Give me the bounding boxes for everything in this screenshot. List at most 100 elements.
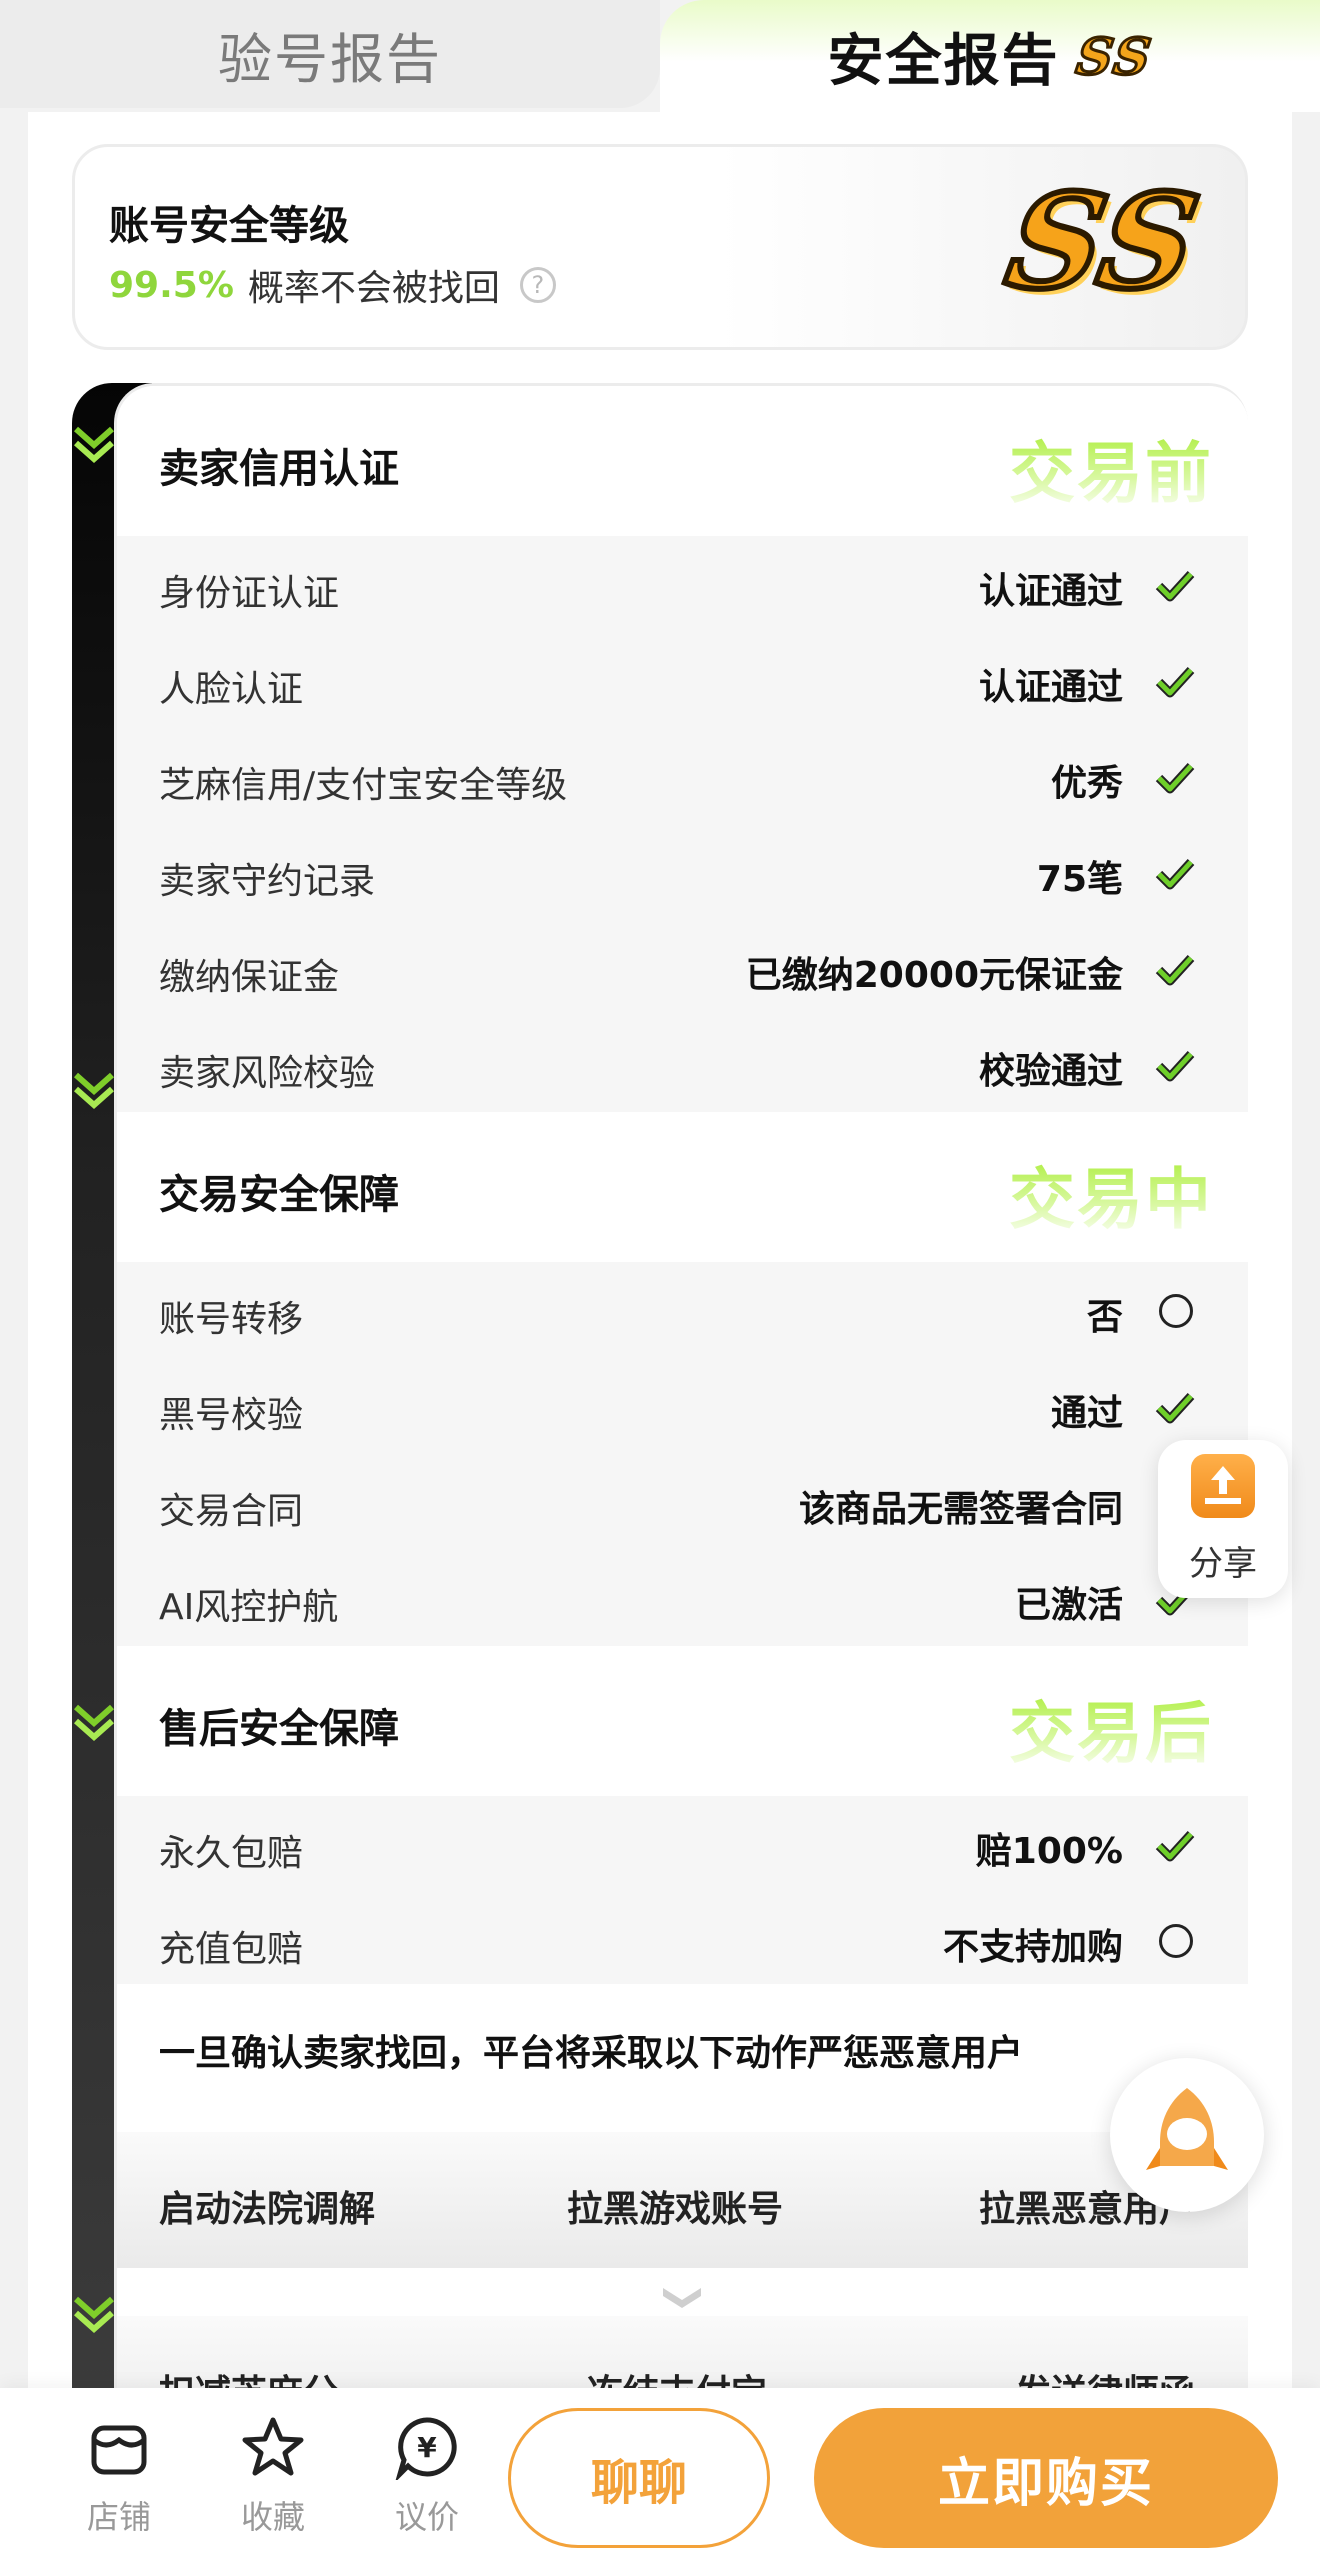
row-value: 赔100% [975, 1831, 1123, 1872]
share-icon [1191, 1454, 1255, 1518]
check-icon [1155, 954, 1195, 986]
section-rows-before: 身份证认证 认证通过 人脸认证 认证通过 芝麻信用/支付宝安全等级 优秀 卖家守… [117, 536, 1248, 1112]
check-icon [1155, 1392, 1195, 1424]
chevron-down-icon [72, 1069, 116, 1110]
shop-label: 店铺 [86, 2498, 151, 2536]
chevron-down-icon [72, 2293, 116, 2334]
row-value: 不支持加购 [942, 1927, 1123, 1968]
tab-inspection-label: 验号报告 [218, 27, 442, 91]
list-item: 账号转移 否 [117, 1262, 1248, 1358]
favorite-button[interactable]: 收藏 [218, 2414, 328, 2538]
security-level-card: 账号安全等级 99.5% 概率不会被找回 ? SS [72, 144, 1248, 350]
row-value: 认证通过 [978, 667, 1123, 708]
check-icon [1155, 666, 1195, 698]
help-icon[interactable]: ? [519, 267, 556, 303]
chevron-down-icon [72, 1701, 116, 1742]
list-item: 黑号校验 通过 [117, 1358, 1248, 1454]
tab-inspection-report[interactable]: 验号报告 [0, 0, 660, 108]
expand-chevron-icon[interactable] [657, 2280, 707, 2320]
report-tabs: 验号报告 安全报告 SS [0, 0, 1320, 112]
stage-label: 交易中 [1009, 1146, 1213, 1242]
ss-grade-badge-icon: SS [994, 162, 1212, 321]
stage-label: 交易前 [1009, 420, 1213, 516]
row-value: 通过 [1050, 1393, 1123, 1434]
security-report-card: 卖家信用认证 交易前 身份证认证 认证通过 人脸认证 认证通过 芝麻信用/支付宝… [114, 383, 1248, 2393]
empty-circle-icon [1159, 1294, 1193, 1328]
row-label: 充值包赔 [159, 1929, 304, 1970]
row-label: 永久包赔 [159, 1833, 304, 1874]
action-court-mediation: 启动法院调解 [159, 2189, 376, 2230]
security-subtitle-text: 概率不会被找回 [247, 268, 500, 309]
bargain-label: 议价 [394, 2498, 459, 2536]
list-item: 芝麻信用/支付宝安全等级 优秀 [117, 728, 1248, 824]
svg-text:¥: ¥ [417, 2431, 437, 2464]
row-label: 身份证认证 [159, 573, 340, 614]
check-icon [1155, 858, 1195, 890]
page: 验号报告 安全报告 SS 账号安全等级 99.5% 概率不会被找回 ? SS 卖… [0, 0, 1320, 2564]
row-value: 已缴纳20000元保证金 [745, 955, 1123, 996]
section-title: 售后安全保障 [159, 1706, 399, 1752]
action-blacklist-game-account: 拉黑游戏账号 [567, 2189, 784, 2230]
list-item: AI风控护航 已激活 [117, 1550, 1248, 1646]
section-rows-during: 账号转移 否 黑号校验 通过 交易合同 该商品无需签署合同 AI风控护航 已激活 [117, 1262, 1248, 1646]
share-button[interactable]: 分享 [1158, 1440, 1288, 1598]
yuan-chat-icon: ¥ [394, 2417, 457, 2483]
list-item: 卖家守约记录 75笔 [117, 824, 1248, 920]
row-value: 否 [1086, 1297, 1123, 1338]
row-label: 交易合同 [159, 1491, 304, 1532]
security-percent: 99.5% [109, 264, 234, 306]
stage-label: 交易后 [1009, 1680, 1213, 1776]
section-header-before: 卖家信用认证 交易前 [117, 386, 1248, 536]
row-label: 缴纳保证金 [159, 957, 340, 998]
security-level-subtitle: 99.5% 概率不会被找回 ? [109, 259, 556, 311]
share-label: 分享 [1189, 1544, 1257, 1584]
check-icon [1155, 1830, 1195, 1862]
bottom-action-bar: 店铺 收藏 ¥ 议价 聊聊 立即购买 [0, 2388, 1320, 2564]
row-value: 校验通过 [978, 1051, 1123, 1092]
row-label: 卖家守约记录 [159, 861, 376, 902]
row-label: 黑号校验 [159, 1395, 304, 1436]
row-value: 认证通过 [978, 571, 1123, 612]
list-item: 卖家风险校验 校验通过 [117, 1016, 1248, 1112]
notice-text: 一旦确认卖家找回，平台将采取以下动作严惩恶意用户 [159, 2033, 1024, 2074]
tab-security-report[interactable]: 安全报告 SS [660, 0, 1320, 112]
customer-service-button[interactable] [1110, 2058, 1264, 2212]
check-icon [1155, 1050, 1195, 1082]
section-rows-after: 永久包赔 赔100% 充值包赔 不支持加购 [117, 1796, 1248, 1988]
list-item: 充值包赔 不支持加购 [117, 1892, 1248, 1988]
section-title: 卖家信用认证 [159, 446, 399, 492]
row-value: 已激活 [1014, 1585, 1123, 1626]
row-label: 账号转移 [159, 1299, 304, 1340]
chevron-down-icon [72, 423, 116, 464]
ss-badge-icon: SS [1072, 25, 1158, 87]
list-item: 永久包赔 赔100% [117, 1796, 1248, 1892]
check-icon [1155, 570, 1195, 602]
security-level-title: 账号安全等级 [109, 203, 349, 249]
tab-security-label: 安全报告 [827, 28, 1060, 94]
shop-button[interactable]: 店铺 [64, 2414, 174, 2538]
list-item: 人脸认证 认证通过 [117, 632, 1248, 728]
star-icon [242, 2417, 304, 2476]
rocket-icon [1146, 2088, 1228, 2170]
penalty-actions-row: 启动法院调解 拉黑游戏账号 拉黑恶意用户 [117, 2132, 1248, 2268]
store-icon [91, 2425, 147, 2475]
penalty-notice: 一旦确认卖家找回，平台将采取以下动作严惩恶意用户 [117, 1984, 1248, 2114]
section-header-during: 交易安全保障 交易中 [117, 1112, 1248, 1262]
row-label: 人脸认证 [159, 669, 304, 710]
buy-now-button[interactable]: 立即购买 [814, 2408, 1278, 2548]
list-item: 缴纳保证金 已缴纳20000元保证金 [117, 920, 1248, 1016]
chat-button[interactable]: 聊聊 [508, 2408, 770, 2548]
row-label: AI风控护航 [159, 1587, 339, 1628]
row-label: 芝麻信用/支付宝安全等级 [159, 765, 568, 806]
list-item: 交易合同 该商品无需签署合同 [117, 1454, 1248, 1550]
section-title: 交易安全保障 [159, 1172, 399, 1218]
bargain-button[interactable]: ¥ 议价 [372, 2414, 482, 2538]
list-item: 身份证认证 认证通过 [117, 536, 1248, 632]
row-value: 优秀 [1050, 763, 1123, 804]
penalty-actions-row: 扣减芝麻分 冻结支付宝 发送律师函 [117, 2316, 1248, 2393]
section-header-after: 售后安全保障 交易后 [117, 1646, 1248, 1796]
row-value: 75笔 [1036, 859, 1123, 900]
row-value: 该商品无需签署合同 [798, 1489, 1123, 1530]
empty-circle-icon [1159, 1924, 1193, 1958]
check-icon [1155, 762, 1195, 794]
